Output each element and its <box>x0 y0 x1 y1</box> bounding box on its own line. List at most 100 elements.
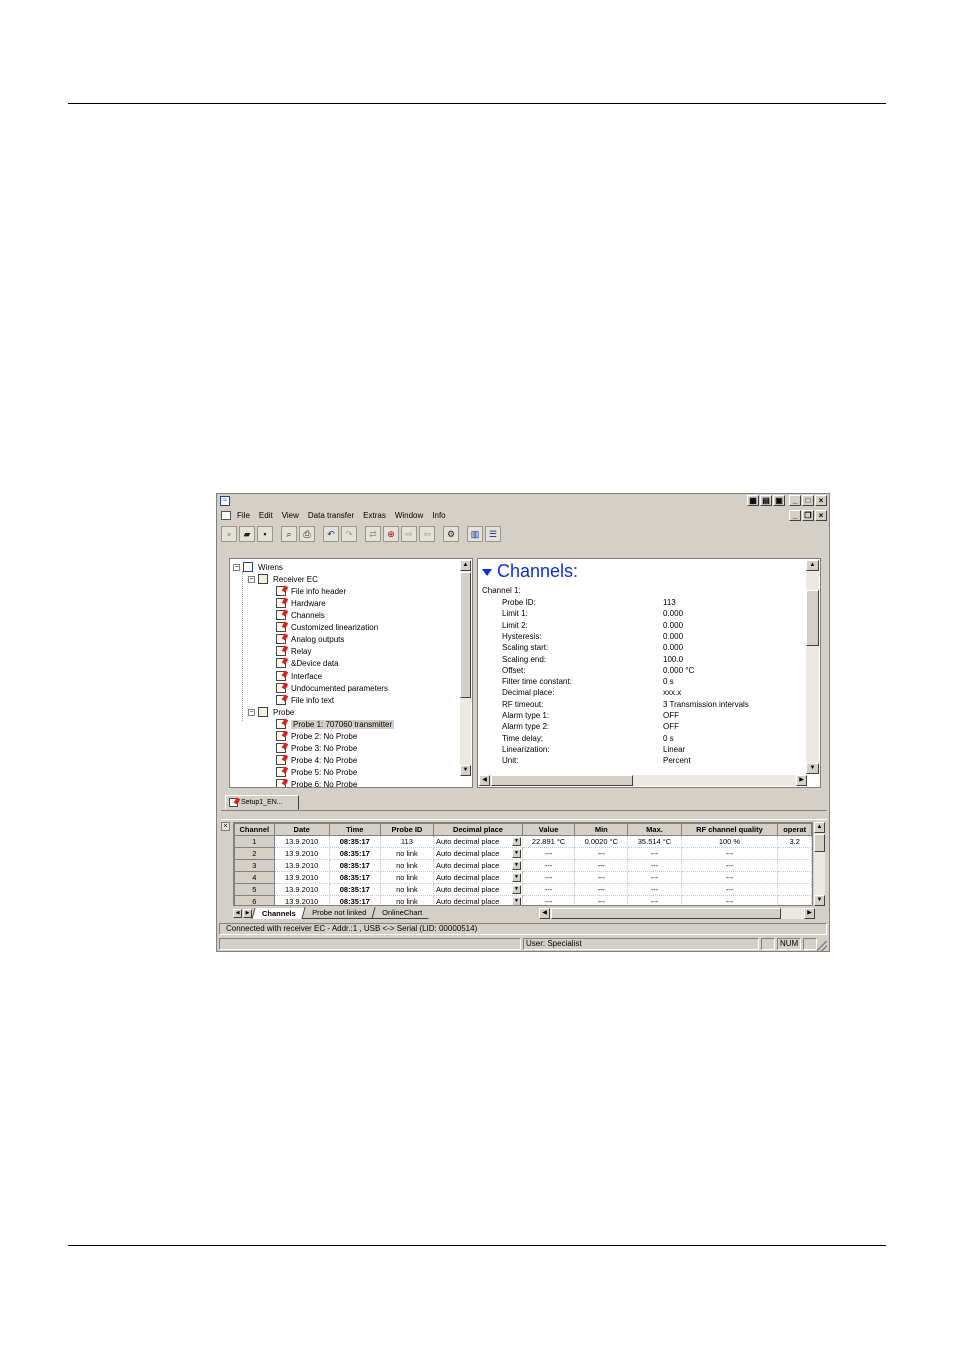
dropdown-arrow-icon[interactable]: ▼ <box>511 885 521 894</box>
decimal-place-select[interactable]: Auto decimal place ▼ <box>432 835 523 848</box>
print-icon[interactable]: ⎙ <box>299 526 315 542</box>
undo-icon[interactable]: ↶ <box>323 526 339 542</box>
menu-file[interactable]: File <box>237 511 250 520</box>
scroll-up-icon[interactable]: ▲ <box>814 822 825 833</box>
dropdown-arrow-icon[interactable]: ▼ <box>511 837 521 846</box>
tree-item[interactable]: &Device data <box>276 657 339 669</box>
tab-probe-not-linked[interactable]: Probe not linked <box>301 907 376 919</box>
decimal-place-select[interactable]: Auto decimal place ▼ <box>432 895 523 905</box>
settings-icon[interactable]: ⚙ <box>443 526 459 542</box>
doc-minimize-button[interactable]: _ <box>789 510 801 521</box>
scroll-left-icon[interactable]: ◀ <box>479 775 490 786</box>
menu-view[interactable]: View <box>282 511 299 520</box>
column-header[interactable]: Date <box>273 823 330 836</box>
detail-scrollbar[interactable]: ▲ ▼ <box>806 560 819 774</box>
tree-item[interactable]: Undocumented parameters <box>276 682 388 694</box>
tree-probe-folder[interactable]: − Probe <box>248 706 294 718</box>
tile-windows-icon[interactable]: ▥ <box>467 526 483 542</box>
cascade-icon[interactable]: ▤ <box>760 495 772 506</box>
open-folder-icon[interactable]: ▰ <box>239 526 255 542</box>
document-icon[interactable] <box>221 511 231 520</box>
scroll-up-icon[interactable]: ▲ <box>460 560 471 571</box>
table-row[interactable]: 3 13.9.2010 08:35:17 no link Auto decimal pl… <box>234 859 812 872</box>
scroll-thumb[interactable] <box>551 908 781 919</box>
tree-item[interactable]: Relay <box>276 645 311 657</box>
tree-item[interactable]: File info header <box>276 585 346 597</box>
scroll-down-icon[interactable]: ▼ <box>814 895 825 906</box>
first-tab-icon[interactable]: ◀ <box>233 908 242 918</box>
menu-data-transfer[interactable]: Data transfer <box>308 511 354 520</box>
scroll-thumb[interactable] <box>806 590 819 646</box>
dropdown-arrow-icon[interactable]: ▼ <box>511 849 521 858</box>
tab-online-chart[interactable]: OnlineChart <box>371 907 432 919</box>
tree-item[interactable]: Interface <box>276 670 322 682</box>
document-tab[interactable]: Setup1_EN... <box>225 795 299 810</box>
tree-root[interactable]: − Wirens <box>233 561 283 573</box>
tab-channels[interactable]: Channels <box>251 907 306 919</box>
scroll-up-icon[interactable]: ▲ <box>806 560 819 571</box>
transfer-icon[interactable]: ⊕ <box>383 526 399 542</box>
scroll-thumb[interactable] <box>814 834 825 852</box>
table-row[interactable]: 4 13.9.2010 08:35:17 no link Auto decimal pl… <box>234 871 812 884</box>
scroll-thumb[interactable] <box>491 775 633 786</box>
column-header[interactable]: Time <box>328 823 381 836</box>
save-icon[interactable]: ▪ <box>257 526 273 542</box>
column-header[interactable]: RF channel quality <box>680 823 779 836</box>
maximize-button[interactable]: □ <box>802 495 814 506</box>
doc-close-button[interactable]: × <box>815 510 827 521</box>
tree-item[interactable]: Analog outputs <box>276 633 344 645</box>
table-row[interactable]: 2 13.9.2010 08:35:17 no link Auto decimal pl… <box>234 847 812 860</box>
decimal-place-select[interactable]: Auto decimal place ▼ <box>432 871 523 884</box>
decimal-place-select[interactable]: Auto decimal place ▼ <box>432 847 523 860</box>
menu-edit[interactable]: Edit <box>259 511 273 520</box>
minimize-button[interactable]: _ <box>789 495 801 506</box>
tree-probe-item[interactable]: Probe 4: No Probe <box>276 754 357 766</box>
tree-probe-item[interactable]: Probe 6: No Probe <box>276 778 357 787</box>
new-file-icon[interactable]: ▫ <box>221 526 237 542</box>
scroll-left-icon[interactable]: ◀ <box>539 908 550 919</box>
table-row[interactable]: 6 13.9.2010 08:35:17 no link Auto decimal pl… <box>234 895 812 905</box>
tree-probe-item[interactable]: Probe 2: No Probe <box>276 730 357 742</box>
scroll-thumb[interactable] <box>460 572 471 698</box>
column-header[interactable]: Probe ID <box>379 823 434 836</box>
column-header[interactable]: Min <box>574 823 629 836</box>
dropdown-arrow-icon[interactable]: ▼ <box>511 873 521 882</box>
scroll-right-icon[interactable]: ▶ <box>804 908 815 919</box>
table-row[interactable]: 5 13.9.2010 08:35:17 no link Auto decimal pl… <box>234 883 812 896</box>
connect-icon[interactable]: ⇄ <box>365 526 381 542</box>
scroll-down-icon[interactable]: ▼ <box>806 763 819 774</box>
print-preview-icon[interactable]: ⌕ <box>281 526 297 542</box>
tree-item[interactable]: Hardware <box>276 597 326 609</box>
next-tab-icon[interactable]: ▶ <box>243 908 252 918</box>
menu-window[interactable]: Window <box>395 511 423 520</box>
tree-probe-item-selected[interactable]: Probe 1: 707060 transmitter <box>276 718 395 730</box>
collapse-icon[interactable]: − <box>248 575 255 583</box>
tree-item[interactable]: Channels <box>276 609 325 621</box>
doc-restore-button[interactable]: ❐ <box>802 510 814 521</box>
column-header[interactable]: Decimal place <box>432 823 523 836</box>
tree-receiver[interactable]: − Receiver EC <box>248 573 318 585</box>
detail-horizontal-scrollbar[interactable]: ◀ ▶ <box>479 775 807 786</box>
decimal-place-select[interactable]: Auto decimal place ▼ <box>432 883 523 896</box>
screen-icon[interactable]: ▣ <box>773 495 785 506</box>
close-panel-icon[interactable]: × <box>221 822 230 831</box>
column-header[interactable]: Channel <box>234 823 275 836</box>
column-header[interactable]: operat <box>777 823 812 836</box>
column-header[interactable]: Value <box>521 823 576 836</box>
tree-probe-item[interactable]: Probe 3: No Probe <box>276 742 357 754</box>
decimal-place-select[interactable]: Auto decimal place ▼ <box>432 859 523 872</box>
resize-grip-icon[interactable] <box>817 941 827 951</box>
scroll-right-icon[interactable]: ▶ <box>796 775 807 786</box>
menu-extras[interactable]: Extras <box>363 511 386 520</box>
redo-icon[interactable]: ↷ <box>341 526 357 542</box>
collapse-icon[interactable]: − <box>233 563 240 571</box>
collapse-icon[interactable]: − <box>248 708 255 716</box>
table-row[interactable]: 1 13.9.2010 08:35:17 113 Auto decimal place ▼… <box>234 835 812 848</box>
expand-triangle-icon[interactable] <box>482 569 492 576</box>
list-view-icon[interactable]: ☰ <box>485 526 501 542</box>
scroll-down-icon[interactable]: ▼ <box>460 765 471 776</box>
grid-horizontal-scrollbar[interactable]: ◀ ▶ <box>539 908 815 919</box>
download-icon[interactable]: ⇦ <box>419 526 435 542</box>
section-heading[interactable]: Channels: <box>482 561 578 582</box>
tree-probe-item[interactable]: Probe 5: No Probe <box>276 766 357 778</box>
